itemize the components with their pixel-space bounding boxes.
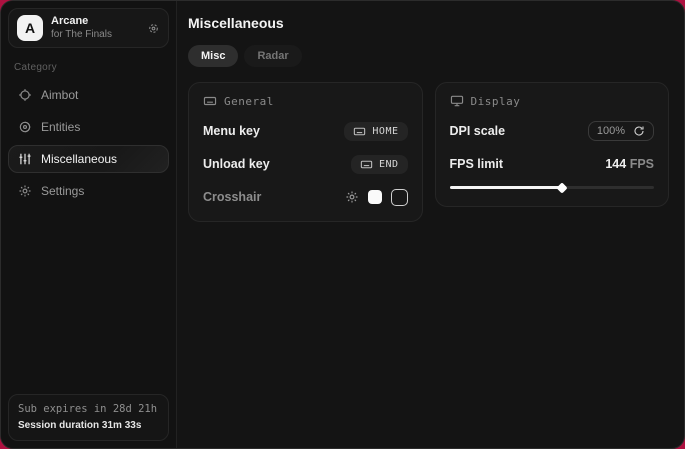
unload-key-label: Unload key — [203, 157, 270, 171]
dpi-scale-input[interactable]: 100% — [588, 121, 654, 141]
general-card: General Menu key HOME Unload key — [188, 82, 423, 222]
brand-box: A Arcane for The Finals — [8, 8, 169, 48]
sidebar-item-entities[interactable]: Entities — [8, 113, 169, 141]
menu-key-row: Menu key HOME — [203, 121, 408, 141]
tab-misc[interactable]: Misc — [188, 45, 238, 67]
sidebar-item-miscellaneous[interactable]: Miscellaneous — [8, 145, 169, 173]
sidebar-item-label: Entities — [41, 120, 80, 134]
brand-subtitle: for The Finals — [51, 29, 139, 42]
brand-name: Arcane — [51, 15, 139, 29]
session-duration: Session duration 31m 33s — [18, 418, 159, 433]
dpi-scale-value: 100% — [597, 125, 625, 137]
crosshair-color-swatch[interactable] — [368, 190, 382, 204]
sidebar: A Arcane for The Finals Category — [1, 1, 177, 448]
crosshair-preview-box[interactable] — [391, 189, 408, 206]
sidebar-item-settings[interactable]: Settings — [8, 177, 169, 205]
menu-key-label: Menu key — [203, 124, 260, 138]
crosshair-settings-gear-icon[interactable] — [345, 190, 359, 204]
unload-key-button[interactable]: END — [351, 155, 408, 174]
crosshair-row: Crosshair — [203, 187, 408, 207]
display-card: Display DPI scale 100% FPS limit — [435, 82, 670, 207]
dpi-scale-label: DPI scale — [450, 124, 506, 138]
page-title: Miscellaneous — [188, 15, 669, 31]
sidebar-item-label: Settings — [41, 184, 84, 198]
main-panel: Miscellaneous Misc Radar General — [177, 1, 684, 448]
monitor-icon — [450, 94, 464, 108]
sliders-icon — [18, 152, 32, 166]
keyboard-icon — [360, 158, 373, 171]
avatar: A — [17, 15, 43, 41]
fps-limit-label: FPS limit — [450, 157, 503, 171]
keyboard-icon — [353, 125, 366, 138]
entities-icon — [18, 120, 32, 134]
sidebar-nav: Aimbot Entities Miscellaneous — [8, 81, 169, 205]
keyboard-icon — [203, 94, 217, 108]
category-label: Category — [14, 62, 163, 73]
gear-icon — [18, 184, 32, 198]
unload-key-row: Unload key END — [203, 154, 408, 174]
menu-key-value: HOME — [372, 126, 398, 137]
fps-limit-slider[interactable] — [450, 182, 655, 192]
account-target-icon[interactable] — [147, 22, 160, 35]
sidebar-item-aimbot[interactable]: Aimbot — [8, 81, 169, 109]
refresh-icon[interactable] — [633, 125, 645, 137]
crosshair-icon — [18, 88, 32, 102]
sub-expiry: Sub expires in 28d 21h — [18, 402, 159, 418]
crosshair-label: Crosshair — [203, 190, 261, 204]
sidebar-item-label: Aimbot — [41, 88, 78, 102]
sidebar-item-label: Miscellaneous — [41, 152, 117, 166]
app-window: A Arcane for The Finals Category — [0, 0, 685, 449]
slider-thumb[interactable] — [556, 182, 567, 193]
tab-radar[interactable]: Radar — [244, 45, 301, 67]
unload-key-value: END — [379, 159, 399, 170]
dpi-scale-row: DPI scale 100% — [450, 121, 655, 141]
tab-bar: Misc Radar — [188, 45, 669, 67]
card-title: Display — [471, 95, 521, 108]
menu-key-button[interactable]: HOME — [344, 122, 407, 141]
fps-limit-unit: FPS — [630, 157, 654, 171]
card-title: General — [224, 95, 274, 108]
fps-limit-row: FPS limit 144 FPS — [450, 154, 655, 174]
subscription-info: Sub expires in 28d 21h Session duration … — [8, 394, 169, 441]
fps-limit-value: 144 — [605, 157, 626, 171]
slider-fill — [450, 186, 562, 189]
